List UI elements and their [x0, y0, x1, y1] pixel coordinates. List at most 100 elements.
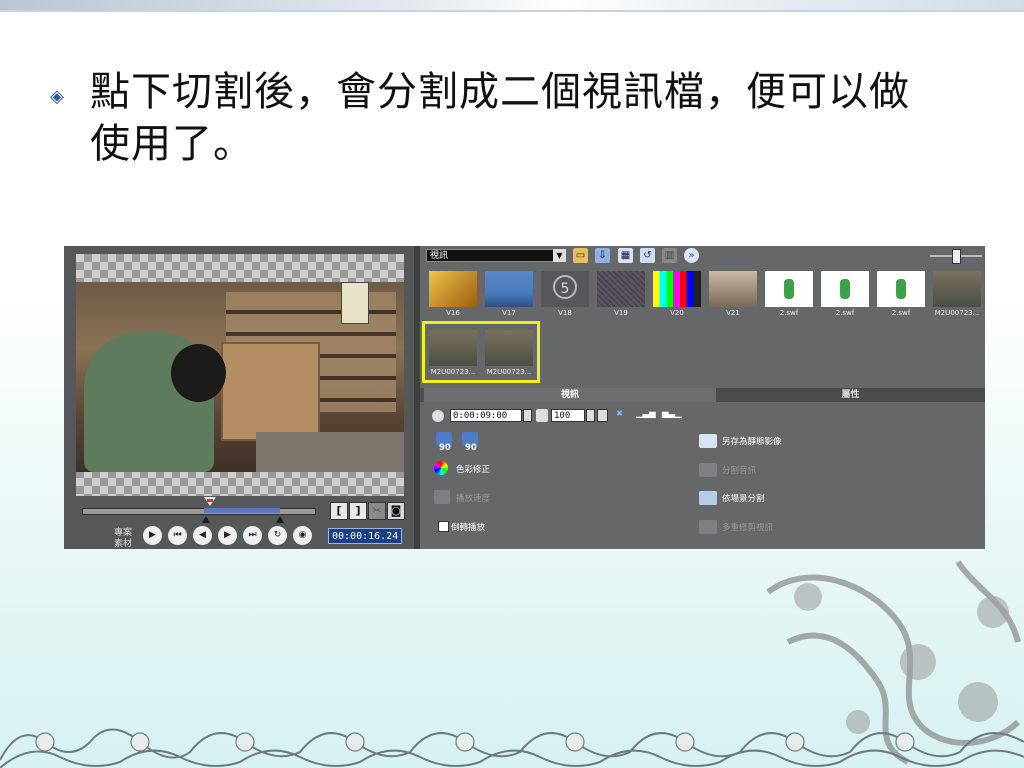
slide-top-bar — [0, 0, 1024, 10]
thumbnail-image — [597, 271, 645, 307]
volume-stepper[interactable] — [586, 409, 595, 422]
tab-video[interactable]: 視訊 — [424, 388, 716, 402]
mark-out-button[interactable]: ] — [349, 502, 367, 520]
trim-start-handle[interactable] — [202, 516, 210, 523]
audio-trim-icon[interactable] — [536, 409, 548, 422]
library-thumbnail[interactable]: 2.swf — [821, 271, 869, 319]
library-thumbnail[interactable]: V19 — [597, 271, 645, 319]
timecode-display[interactable]: 00:00:16.24 — [328, 528, 402, 544]
volume-icon[interactable]: ◉ — [293, 526, 312, 545]
folder-icon[interactable]: ▭ — [573, 248, 588, 263]
split-clip-thumbnail[interactable]: M2U00723... — [429, 330, 477, 378]
import-icon[interactable]: ⇩ — [595, 248, 610, 263]
thumbnail-label: 2.swf — [779, 309, 799, 317]
thumbnail-label: M2U00723... — [430, 368, 476, 376]
speed-icon — [434, 490, 450, 504]
rotate-left-label: 90 — [439, 443, 451, 453]
library-thumbnail[interactable]: V16 — [429, 271, 477, 319]
scene-split-icon[interactable] — [699, 491, 717, 505]
save-as-still-label[interactable]: 另存為靜態影像 — [722, 435, 782, 447]
tab-attributes[interactable]: 屬性 — [716, 388, 985, 402]
library-thumbnail[interactable]: V21 — [709, 271, 757, 319]
frame-floor — [256, 432, 404, 472]
delete-icon[interactable]: ▥ — [662, 248, 677, 263]
split-clip-thumbnail[interactable]: M2U00723... — [485, 330, 533, 378]
library-options-icon[interactable]: ▦ — [618, 248, 633, 263]
reverse-playback-label[interactable]: 倒轉播放 — [451, 521, 485, 533]
thumbnail-image — [429, 271, 477, 307]
thumbnail-label: V16 — [446, 309, 460, 317]
thumbnail-image — [877, 271, 925, 307]
playback-speed-label: 播放速度 — [456, 494, 491, 504]
thumbnail-image — [653, 271, 701, 307]
split-audio-label: 分割音訊 — [722, 466, 757, 476]
cut-icon[interactable]: ✂ — [368, 502, 386, 520]
thumbnail-zoom-knob[interactable] — [952, 249, 961, 264]
mark-in-button[interactable]: [ — [330, 502, 348, 520]
library-thumbnail[interactable]: 5 V18 — [541, 271, 589, 319]
sort-icon[interactable]: ↺ — [640, 248, 655, 263]
go-to-end-icon[interactable]: ⏭ — [243, 526, 262, 545]
split-by-scene-label[interactable]: 依場景分割 — [722, 492, 765, 504]
thumbnail-label: M2U00723... — [934, 309, 980, 317]
thumbnail-image — [485, 271, 533, 307]
duration-field[interactable]: 0:00:09:00 — [450, 409, 522, 422]
reverse-playback-checkbox[interactable] — [438, 521, 449, 532]
thumbnail-image — [765, 271, 813, 307]
library-thumbnail[interactable]: V20 — [653, 271, 701, 319]
thumbnail-image — [429, 330, 477, 366]
snapshot-icon[interactable] — [699, 434, 717, 448]
volume-field[interactable]: 100 — [551, 409, 585, 422]
thumbnail-label: 2.swf — [891, 309, 911, 317]
thumbnail-label: V21 — [726, 309, 740, 317]
repeat-icon[interactable]: ↻ — [268, 526, 287, 545]
duration-stepper[interactable] — [523, 409, 532, 422]
thumbnail-image — [933, 271, 981, 307]
expand-icon[interactable]: » — [684, 248, 699, 263]
mute-icon[interactable]: ✖ — [616, 409, 623, 419]
scrubber-handle-dot — [207, 499, 213, 502]
multi-trim-label: 多重修剪視訊 — [722, 523, 774, 533]
mode-clip-label[interactable]: 素材 — [114, 536, 132, 549]
fullscreen-icon[interactable]: ◙ — [387, 502, 405, 520]
thumbnail-image — [821, 271, 869, 307]
library-panel: 視訊 ▼ ▭ ⇩ ▦ ↺ ▥ » V16 V17 5 V18 V19 V20 V… — [420, 246, 985, 549]
options-tabs: 視訊 屬性 — [420, 388, 985, 402]
fade-out-icon[interactable]: ▅▃▁ — [662, 409, 682, 419]
library-thumbnail[interactable]: 2.swf — [765, 271, 813, 319]
color-wheel-icon[interactable] — [434, 461, 448, 475]
color-correction-label[interactable]: 色彩修正 — [456, 463, 490, 475]
thumbnail-label: 2.swf — [835, 309, 855, 317]
thumbnail-label: V20 — [670, 309, 684, 317]
frame-can — [341, 282, 369, 324]
library-thumbnail[interactable]: V17 — [485, 271, 533, 319]
play-icon[interactable]: ▶ — [143, 526, 162, 545]
thumbnail-label: M2U00723... — [486, 368, 532, 376]
library-thumbnail[interactable]: 2.swf — [877, 271, 925, 319]
thumbnail-image — [485, 330, 533, 366]
trim-end-handle[interactable] — [276, 516, 284, 523]
scrub-selection — [204, 508, 280, 513]
scrub-bar[interactable] — [82, 508, 316, 515]
preview-panel: [ ] ✂ ◙ 專案 素材 ▶ ⏮ ◀ ▶ ⏭ ↻ ◉ 00:00:16.24 — [64, 246, 414, 549]
volume-slider-toggle[interactable] — [597, 409, 608, 422]
rotate-right-label: 90 — [465, 443, 477, 453]
library-thumbnail[interactable]: M2U00723... — [933, 271, 981, 319]
thumbnail-label: V17 — [502, 309, 516, 317]
previous-frame-icon[interactable]: ◀ — [193, 526, 212, 545]
fade-in-icon[interactable]: ▁▃▅ — [636, 409, 656, 419]
library-category-dropdown[interactable]: 視訊 — [426, 249, 566, 262]
next-frame-icon[interactable]: ▶ — [218, 526, 237, 545]
slide-top-divider — [0, 10, 1024, 12]
wave-border — [0, 728, 1024, 768]
go-to-start-icon[interactable]: ⏮ — [168, 526, 187, 545]
thumbnail-label: V18 — [558, 309, 572, 317]
frame-person-head — [171, 344, 226, 402]
multi-trim-icon — [699, 520, 717, 534]
video-frame — [76, 282, 404, 472]
editor-screenshot: [ ] ✂ ◙ 專案 素材 ▶ ⏮ ◀ ▶ ⏭ ↻ ◉ 00:00:16.24 … — [64, 246, 985, 549]
preview-canvas — [76, 254, 404, 496]
chevron-down-icon[interactable]: ▼ — [553, 249, 566, 262]
frame-wooden-box — [221, 342, 320, 441]
diamond-bullet-icon: ◈ — [50, 86, 64, 107]
